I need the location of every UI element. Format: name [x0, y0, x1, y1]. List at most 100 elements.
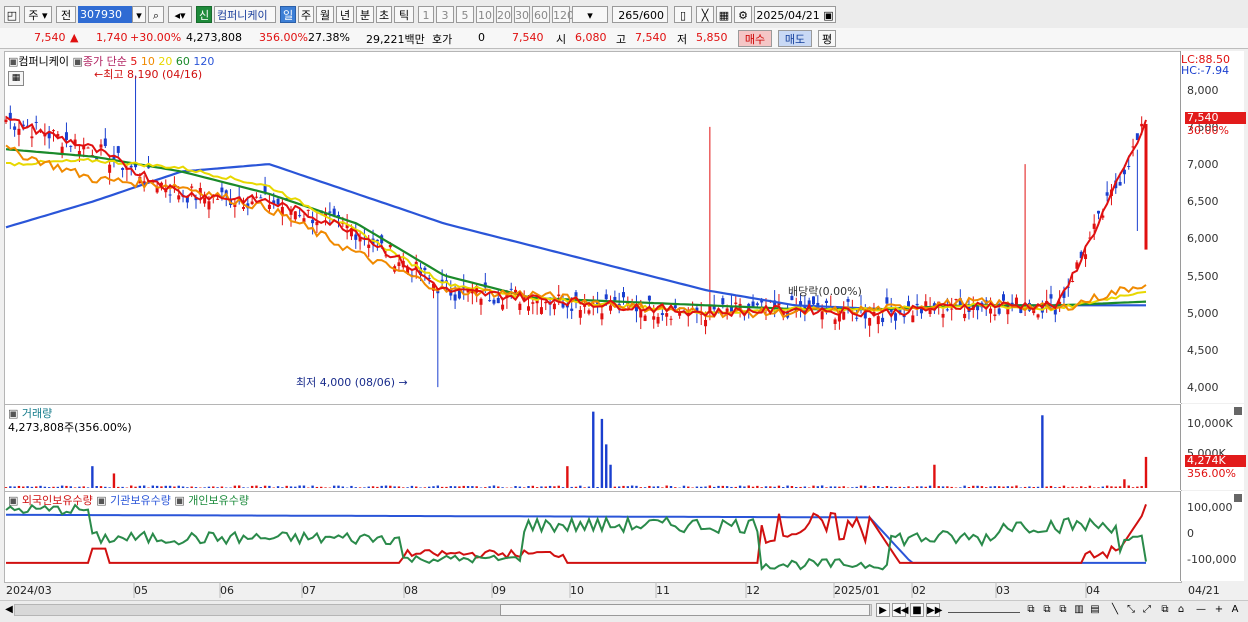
draw-line-icon[interactable]: ╲: [1108, 603, 1122, 617]
volume-bar: [1041, 415, 1043, 488]
candle-body: [87, 148, 90, 149]
volume-bar: [851, 487, 853, 488]
volume-bar: [760, 487, 762, 488]
low-annotation: 최저 4,000 (08/06) →: [296, 374, 408, 390]
scroll-right-icon[interactable]: ▶: [876, 603, 890, 617]
candle-body: [1145, 124, 1148, 250]
fast-forward-icon[interactable]: ▶▶: [926, 603, 940, 617]
zoom-slider[interactable]: [948, 606, 1020, 613]
volume-bar: [709, 485, 711, 488]
layout-icon[interactable]: ▥: [1072, 603, 1086, 617]
price-tick-0: 8,000: [1187, 84, 1219, 97]
candle-body: [307, 210, 310, 211]
foreign-label[interactable]: 외국인보유수량: [22, 494, 93, 507]
draw-line-icon[interactable]: ⤢: [1140, 603, 1154, 617]
volume-bar: [389, 486, 391, 488]
candle-body: [648, 296, 651, 301]
volume-bar: [791, 486, 793, 488]
volume-bar: [670, 486, 672, 488]
individual-label[interactable]: 개인보유수량: [188, 494, 249, 507]
volume-bar: [925, 487, 927, 488]
volume-bar: [52, 487, 54, 488]
volume-bar: [1050, 486, 1052, 488]
stock-chart-svg[interactable]: [0, 0, 1248, 600]
candle-body: [328, 211, 331, 212]
legend-square-icon: ▣: [8, 494, 18, 507]
window-icon[interactable]: ⧉: [1024, 603, 1038, 617]
candle-body: [721, 298, 724, 304]
rewind-icon[interactable]: ◀◀: [892, 603, 906, 617]
last-pct: 30.00%: [1187, 124, 1229, 137]
candle-body: [993, 314, 996, 316]
ma-line-5: [6, 117, 1146, 316]
volume-bar: [696, 487, 698, 488]
volume-bar: [748, 485, 750, 488]
volume-close-icon[interactable]: [1234, 407, 1242, 415]
candle-body: [847, 299, 850, 302]
grid-icon[interactable]: ▦: [8, 71, 24, 86]
window-icon[interactable]: ⧉: [1040, 603, 1054, 617]
candle-body: [177, 195, 180, 199]
candle-body: [30, 136, 33, 138]
candle-body: [665, 313, 668, 317]
volume-bar: [877, 486, 879, 488]
candle-body: [501, 305, 504, 310]
volume-bar: [324, 487, 326, 488]
volume-bar: [553, 486, 555, 488]
candle-body: [69, 146, 72, 147]
volume-bar: [752, 487, 754, 488]
tool-icon[interactable]: ⌂: [1174, 603, 1188, 617]
volume-bar: [881, 487, 883, 488]
volume-bar: [1054, 487, 1056, 488]
volume-bar: [1011, 486, 1013, 488]
volume-bar: [380, 486, 382, 488]
volume-bar: [808, 487, 810, 488]
candle-body: [605, 294, 608, 299]
volume-bar: [743, 486, 745, 488]
volume-bar: [87, 487, 89, 488]
x-axis-label-5: 09: [492, 584, 506, 597]
volume-bar: [165, 486, 167, 488]
candle-body: [1071, 281, 1074, 282]
draw-line-icon[interactable]: ⤡: [1124, 603, 1138, 617]
zoom-out-icon[interactable]: —: [1194, 603, 1208, 617]
layout-icon[interactable]: ⧉: [1158, 603, 1172, 617]
volume-bar: [1097, 487, 1099, 488]
volume-bar: [773, 487, 775, 488]
volume-bar: [566, 466, 568, 488]
volume-bar: [393, 486, 395, 488]
candle-body: [989, 309, 992, 314]
volume-bar: [929, 486, 931, 488]
stop-icon[interactable]: ■: [910, 603, 924, 617]
volume-bar: [368, 487, 370, 488]
candle-body: [587, 310, 590, 313]
candle-body: [644, 316, 647, 321]
scrollbar-thumb[interactable]: [500, 604, 870, 616]
legend-stock-name[interactable]: 컴퍼니케이: [18, 55, 69, 68]
volume-bar: [372, 486, 374, 488]
volume-bar: [337, 486, 339, 488]
candle-body: [976, 306, 979, 310]
candle-body: [454, 294, 457, 300]
layout-icon[interactable]: ▤: [1088, 603, 1102, 617]
holding-tick-1: 0: [1187, 527, 1194, 540]
volume-bar: [657, 486, 659, 488]
institution-label[interactable]: 기관보유수량: [110, 494, 171, 507]
volume-bar: [519, 487, 521, 488]
volume-bar: [251, 486, 253, 488]
volume-bar: [523, 487, 525, 488]
volume-bar: [44, 487, 46, 488]
font-size-icon[interactable]: A: [1228, 603, 1242, 617]
window-icon[interactable]: ⧉: [1056, 603, 1070, 617]
zoom-in-icon[interactable]: +: [1212, 603, 1226, 617]
candle-body: [121, 168, 124, 170]
volume-bar: [121, 487, 123, 488]
price-tick-3: 6,500: [1187, 195, 1219, 208]
x-axis-label-12: 04: [1086, 584, 1100, 597]
holding-close-icon[interactable]: [1234, 494, 1242, 502]
volume-bar: [39, 486, 41, 488]
volume-bar: [57, 487, 59, 488]
volume-bar: [13, 486, 15, 488]
candle-body: [674, 305, 677, 308]
volume-bar: [730, 487, 732, 488]
